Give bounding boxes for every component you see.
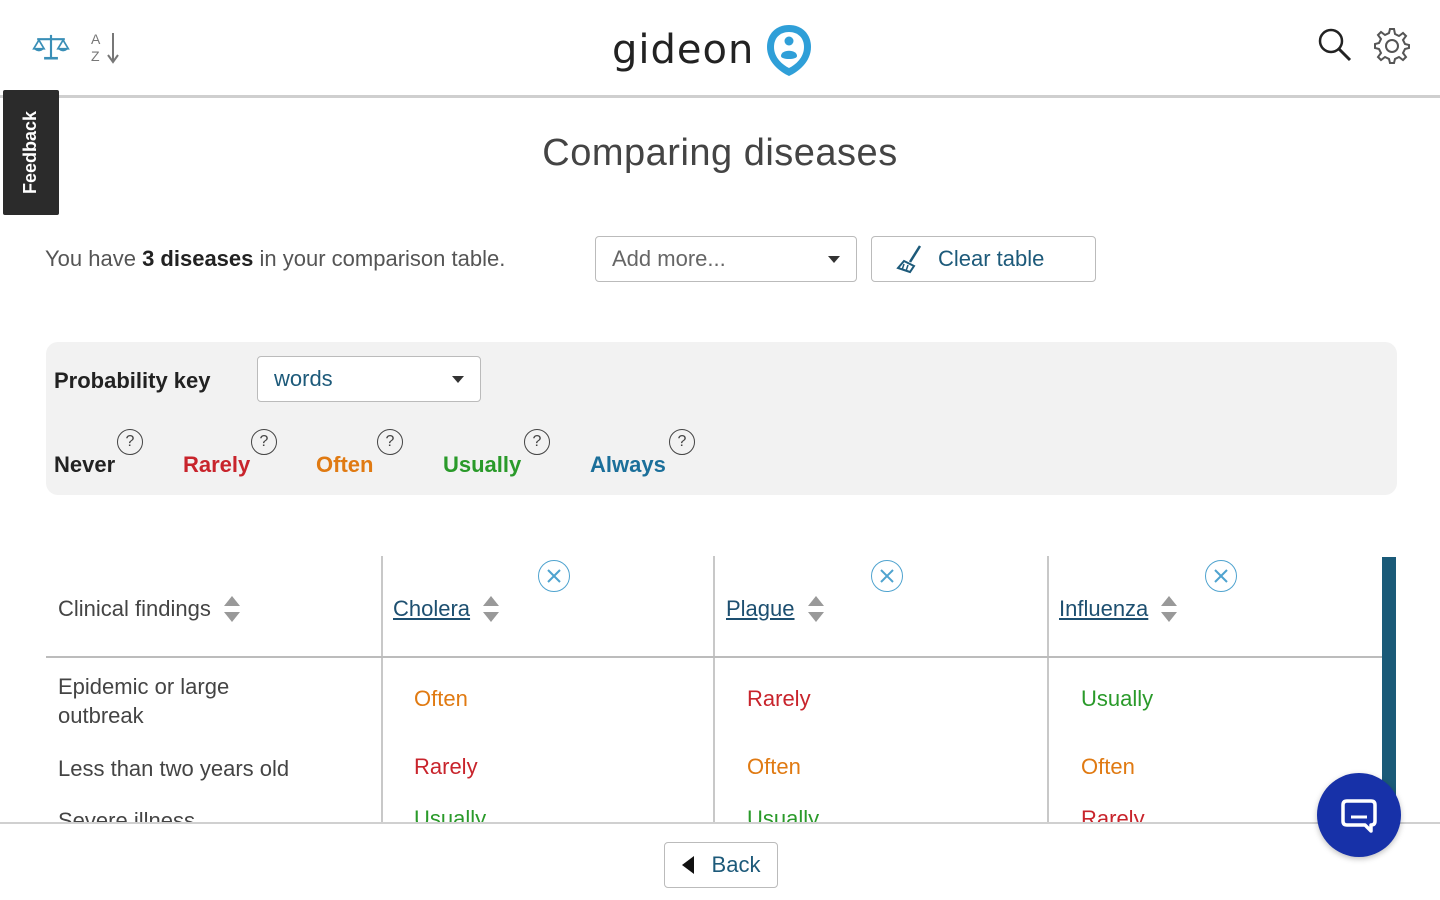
finding-line: Epidemic or large: [58, 674, 230, 699]
probability-key-label: Probability key: [54, 368, 211, 393]
close-icon: [1214, 569, 1228, 583]
header-cholera: Cholera: [393, 594, 500, 624]
help-often-icon[interactable]: ?: [377, 429, 403, 455]
header-plague: Plague: [726, 594, 825, 624]
chat-bubble-icon: [1341, 799, 1377, 833]
sort-icon[interactable]: [807, 594, 825, 624]
column-divider: [713, 556, 715, 822]
svg-text:A: A: [91, 31, 101, 47]
table-cell: Rarely: [747, 686, 811, 711]
gear-icon[interactable]: [1372, 26, 1410, 64]
header-clinical-findings[interactable]: Clinical findings: [58, 594, 241, 624]
table-row-finding: Epidemic or large outbreak: [58, 672, 229, 730]
chevron-down-icon: [828, 256, 840, 263]
header-right-tools: [1316, 26, 1410, 64]
sort-icon[interactable]: [482, 594, 500, 624]
summary-prefix: You have: [45, 246, 136, 271]
table-cell: Usually: [414, 806, 487, 822]
table-row-finding: Severe illness: [58, 806, 195, 822]
add-more-dropdown[interactable]: Add more...: [595, 236, 857, 282]
table-cell: Often: [747, 754, 801, 779]
page-title: Comparing diseases: [542, 132, 898, 174]
key-usually: Usually: [443, 452, 522, 477]
disease-link-cholera[interactable]: Cholera: [393, 596, 470, 622]
remove-influenza-button[interactable]: [1205, 560, 1237, 592]
back-label: Back: [711, 852, 761, 877]
add-more-placeholder: Add more...: [612, 246, 726, 271]
probability-format-value: words: [274, 366, 333, 391]
help-never-icon[interactable]: ?: [117, 429, 143, 455]
probability-key-panel: Probability key words Never ? Rarely ? O…: [46, 342, 1397, 495]
close-icon: [547, 569, 561, 583]
header-divider: [46, 656, 1382, 658]
help-rarely-icon[interactable]: ?: [251, 429, 277, 455]
header-clinical-findings-label: Clinical findings: [58, 596, 211, 621]
sort-az-icon[interactable]: A Z: [88, 28, 126, 66]
table-cell: Usually: [747, 806, 820, 822]
brand-name: gideon: [612, 27, 755, 73]
scale-icon[interactable]: [32, 28, 70, 66]
summary-count: 3 diseases: [142, 246, 254, 271]
back-button[interactable]: Back: [664, 842, 778, 888]
app-header: A Z gideon: [0, 0, 1440, 98]
disease-link-influenza[interactable]: Influenza: [1059, 596, 1148, 622]
svg-text:Z: Z: [91, 48, 100, 64]
column-divider: [381, 556, 383, 822]
column-divider: [1047, 556, 1049, 822]
table-cell: Usually: [1081, 686, 1154, 711]
remove-plague-button[interactable]: [871, 560, 903, 592]
comparison-table: Clinical findings Cholera Plague Influen…: [46, 556, 1382, 822]
table-cell: Rarely: [414, 754, 478, 779]
remove-cholera-button[interactable]: [538, 560, 570, 592]
close-icon: [880, 569, 894, 583]
clear-table-button[interactable]: Clear table: [871, 236, 1096, 282]
header-influenza: Influenza: [1059, 594, 1178, 624]
finding-line: outbreak: [58, 703, 144, 728]
disease-link-plague[interactable]: Plague: [726, 596, 795, 622]
table-row-finding: Less than two years old: [58, 754, 289, 783]
chat-button[interactable]: [1317, 773, 1401, 857]
back-arrow-icon: [681, 856, 694, 874]
brand-logo[interactable]: gideon: [612, 22, 814, 78]
probability-format-select[interactable]: words: [257, 356, 481, 402]
finding-line: Less than two years old: [58, 756, 290, 781]
summary-suffix: in your comparison table.: [259, 246, 506, 271]
help-always-icon[interactable]: ?: [669, 429, 695, 455]
key-always: Always: [590, 452, 666, 477]
broom-icon: [896, 245, 922, 274]
table-cell: Often: [1081, 754, 1135, 779]
search-icon[interactable]: [1316, 26, 1354, 64]
comparison-summary: You have 3 diseases in your comparison t…: [45, 246, 505, 272]
chevron-down-icon: [452, 376, 464, 383]
key-rarely: Rarely: [183, 452, 251, 477]
clear-table-label: Clear table: [938, 246, 1045, 271]
sort-icon[interactable]: [223, 594, 241, 624]
table-cell: Rarely: [1081, 806, 1145, 822]
finding-line: Severe illness: [58, 808, 195, 822]
sort-icon[interactable]: [1160, 594, 1178, 624]
key-never: Never: [54, 452, 116, 477]
help-usually-icon[interactable]: ?: [524, 429, 550, 455]
gideon-logo-icon: [767, 25, 812, 76]
header-left-tools: A Z: [32, 28, 126, 66]
table-cell: Often: [414, 686, 468, 711]
key-often: Often: [316, 452, 374, 477]
footer-bar: Back: [0, 822, 1440, 900]
